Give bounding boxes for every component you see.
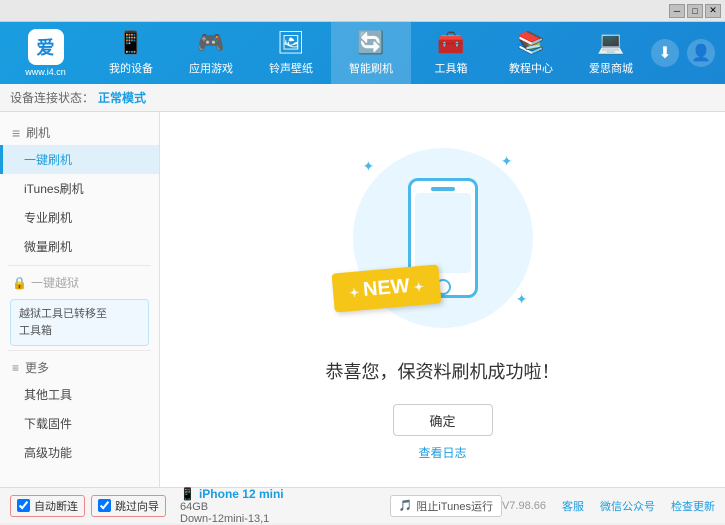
store-icon: 💻 [597,30,624,56]
nav-wallpaper[interactable]: 🖼 铃声壁纸 [251,22,331,84]
header: 爱 www.i4.cn 📱 我的设备 🎮 应用游戏 🖼 铃声壁纸 🔄 智能刷机 … [0,22,725,84]
more-section-label: 更多 [25,359,49,376]
my-device-icon: 📱 [117,30,144,56]
sidebar: ≡ 刷机 一键刷机 iTunes刷机 专业刷机 微量刷机 🔒 一键越狱 越狱工具… [0,112,160,487]
sidebar-item-wipe-flash[interactable]: 微量刷机 [0,232,159,261]
nav-smart-flash[interactable]: 🔄 智能刷机 [331,22,411,84]
itunes-icon: 🎵 [399,499,413,512]
flash-section-header[interactable]: ≡ 刷机 [0,120,159,145]
itunes-label: 阻止iTunes运行 [416,498,493,514]
tutorial-icon: 📚 [517,30,544,56]
maximize-button[interactable]: □ [687,4,703,18]
download-button[interactable]: ⬇ [651,39,679,67]
sidebar-item-pro-flash[interactable]: 专业刷机 [0,203,159,232]
sparkle-icon-2: ✦ [501,153,513,170]
toolbox-icon: 🧰 [437,30,464,56]
sparkle-icon-3: ✦ [516,291,528,308]
sparkle-icon-1: ✦ [363,158,375,175]
success-text: 恭喜您，保资料刷机成功啦！ [326,358,560,384]
main-panel: ✦ ✦ ✦ NEW 恭喜您，保资料刷机成功啦！ 确定 查看日志 [160,112,725,487]
device-section: 📱 iPhone 12 mini 64GB Down-12mini-13,1 [180,487,390,525]
nav-toolbox-label: 工具箱 [435,60,468,76]
user-button[interactable]: 👤 [687,39,715,67]
jailbreak-label: 一键越狱 [31,274,79,291]
window-controls[interactable]: ─ □ ✕ [669,4,721,18]
nav-tutorial-label: 教程中心 [509,60,553,76]
device-icon: 📱 [180,487,195,501]
version-text: V7.98.66 [502,500,546,512]
sidebar-item-advanced[interactable]: 高级功能 [0,438,159,467]
nav-store[interactable]: 💻 爱思商城 [571,22,651,84]
device-storage: 64GB [180,501,390,513]
skip-wizard-input[interactable] [98,499,111,512]
nav-my-device[interactable]: 📱 我的设备 [91,22,171,84]
nav-wallpaper-label: 铃声壁纸 [269,60,313,76]
jailbreak-section: 🔒 一键越狱 [0,270,159,295]
nav-toolbox[interactable]: 🧰 工具箱 [411,22,491,84]
view-log-link[interactable]: 查看日志 [418,444,466,461]
nav-tutorial[interactable]: 📚 教程中心 [491,22,571,84]
apps-games-icon: 🎮 [197,30,224,56]
success-illustration: ✦ ✦ ✦ NEW [343,138,543,338]
phone-screen [415,193,471,273]
status-bar: 设备连接状态： 正常模式 [0,84,725,112]
phone-speaker [431,187,455,191]
auto-close-input[interactable] [17,499,30,512]
title-bar: ─ □ ✕ [0,0,725,22]
bottom-bar: 自动断连 跳过向导 📱 iPhone 12 mini 64GB Down-12m… [0,487,725,523]
skip-wizard-checkbox[interactable]: 跳过向导 [91,495,166,517]
itunes-button[interactable]: 🎵 阻止iTunes运行 [390,495,502,517]
logo-icon: 爱 [28,29,64,65]
smart-flash-icon: 🔄 [357,30,384,56]
customer-service-link[interactable]: 客服 [562,498,584,514]
bottom-right: V7.98.66 客服 微信公众号 检查更新 [502,498,715,514]
sidebar-item-one-key-flash[interactable]: 一键刷机 [0,145,159,174]
minimize-button[interactable]: ─ [669,4,685,18]
header-right: ⬇ 👤 [651,39,725,67]
auto-close-checkbox[interactable]: 自动断连 [10,495,85,517]
nav-my-device-label: 我的设备 [109,60,153,76]
close-button[interactable]: ✕ [705,4,721,18]
flash-section-label: 刷机 [26,124,50,141]
jailbreak-notice: 越狱工具已转移至工具箱 [10,299,149,346]
auto-close-label: 自动断连 [34,498,78,514]
nav-items: 📱 我的设备 🎮 应用游戏 🖼 铃声壁纸 🔄 智能刷机 🧰 工具箱 📚 教程中心… [91,22,651,84]
check-update-link[interactable]: 检查更新 [671,498,715,514]
main-content: ≡ 刷机 一键刷机 iTunes刷机 专业刷机 微量刷机 🔒 一键越狱 越狱工具… [0,112,725,487]
lock-icon: 🔒 [12,276,27,290]
sidebar-item-other-tools[interactable]: 其他工具 [0,380,159,409]
nav-apps-games-label: 应用游戏 [189,60,233,76]
flash-section-icon: ≡ [12,125,20,141]
status-label: 设备连接状态： [10,89,94,106]
more-section-header[interactable]: ≡ 更多 [0,355,159,380]
sidebar-divider-2 [8,350,151,351]
wechat-link[interactable]: 微信公众号 [600,498,655,514]
nav-store-label: 爱思商城 [589,60,633,76]
bottom-left: 自动断连 跳过向导 [10,495,170,517]
nav-smart-flash-label: 智能刷机 [349,60,393,76]
sidebar-divider-1 [8,265,151,266]
logo-area: 爱 www.i4.cn [0,29,91,77]
confirm-button[interactable]: 确定 [393,404,493,436]
sidebar-item-download-fw[interactable]: 下载固件 [0,409,159,438]
nav-apps-games[interactable]: 🎮 应用游戏 [171,22,251,84]
status-value: 正常模式 [98,89,146,106]
sidebar-item-itunes-flash[interactable]: iTunes刷机 [0,174,159,203]
skip-wizard-label: 跳过向导 [115,498,159,514]
wallpaper-icon: 🖼 [277,30,305,56]
more-section-icon: ≡ [12,361,19,375]
device-name: 📱 iPhone 12 mini [180,487,390,501]
logo-text: www.i4.cn [25,67,66,77]
